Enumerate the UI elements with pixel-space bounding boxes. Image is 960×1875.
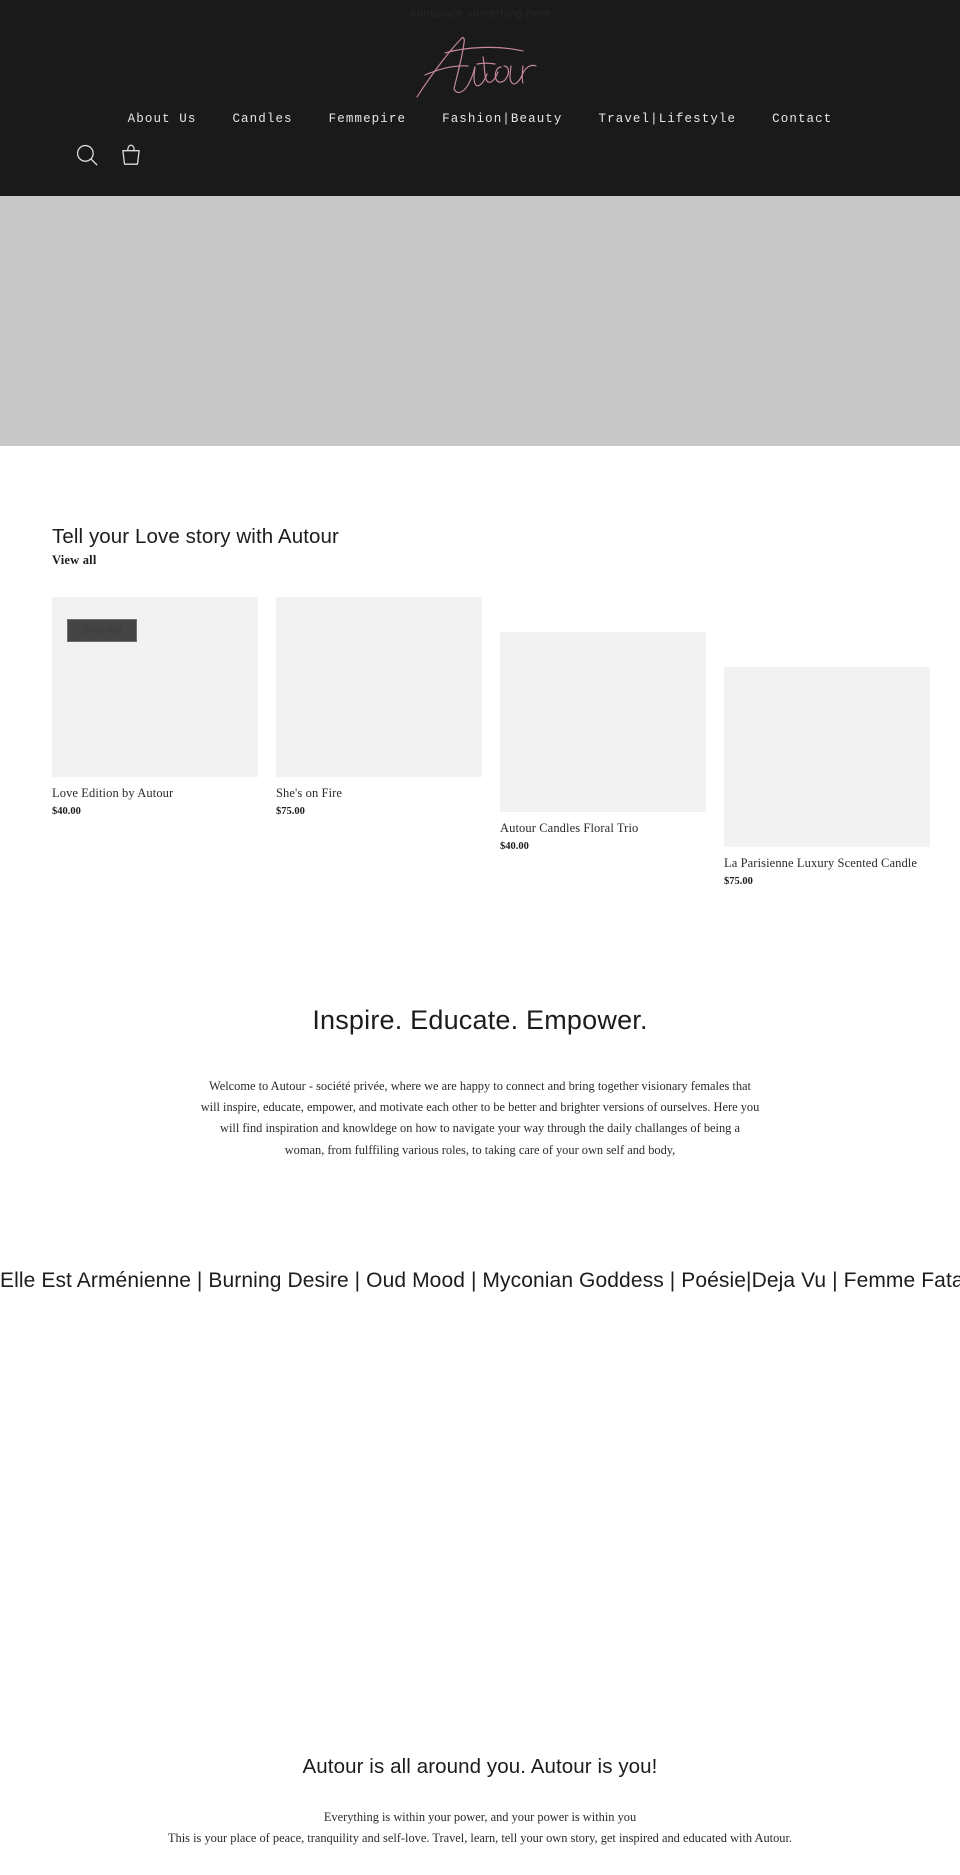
outro-title: Autour is all around you. Autour is you!: [302, 1754, 658, 1778]
page-root: Announce something here About Us Candles…: [0, 0, 960, 1849]
product-title: She's on Fire: [276, 785, 343, 800]
product-image-placeholder: [276, 596, 482, 777]
product-card[interactable]: Autour Candles Floral Trio $40.00: [500, 631, 706, 852]
product-image-placeholder: [724, 666, 930, 847]
nav-item-travel-lifestyle[interactable]: Travel|Lifestyle: [599, 112, 737, 126]
outro-body: Everything is within your power, and you…: [0, 1807, 960, 1849]
header-utility-icons: [74, 142, 144, 168]
product-title: La Parisienne Luxury Scented Candle: [724, 855, 918, 870]
site-logo[interactable]: [0, 28, 960, 104]
product-card[interactable]: Sold out Love Edition by Autour $40.00: [52, 596, 258, 817]
product-price: $40.00: [500, 840, 529, 852]
outro-line-2: This is your place of peace, tranquility…: [167, 1831, 793, 1846]
main-navigation: About Us Candles Femmepire Fashion|Beaut…: [0, 104, 960, 134]
search-icon[interactable]: [74, 142, 100, 168]
site-header: Announce something here About Us Candles…: [0, 0, 960, 196]
status-badge: Sold out: [67, 618, 137, 642]
empty-content-band: [0, 1306, 960, 1727]
collection-header: Tell your Love story with Autour View al…: [0, 524, 960, 569]
product-image-placeholder: [500, 631, 706, 812]
nav-item-candles[interactable]: Candles: [232, 112, 292, 126]
mission-body-text: Welcome to Autour - société privée, wher…: [200, 1078, 760, 1157]
product-title: Autour Candles Floral Trio: [500, 820, 639, 835]
cart-icon[interactable]: [118, 142, 144, 168]
nav-item-femmepire[interactable]: Femmepire: [329, 112, 406, 126]
hero-banner-placeholder: [0, 196, 960, 446]
mission-title: Inspire. Educate. Empower.: [312, 1004, 648, 1035]
mission-section: Inspire. Educate. Empower. Welcome to Au…: [0, 887, 960, 1161]
scrolling-marquee: Elle Est Arménienne | Burning Desire | O…: [0, 1255, 960, 1307]
announcement-bar: Announce something here: [0, 0, 960, 28]
nav-item-fashion-beauty[interactable]: Fashion|Beauty: [442, 112, 562, 126]
product-price: $40.00: [52, 805, 81, 817]
product-price: $75.00: [724, 875, 753, 887]
collection-title: Tell your Love story with Autour: [52, 525, 339, 548]
view-all-link[interactable]: View all: [52, 553, 97, 568]
announcement-text: Announce something here: [408, 8, 552, 20]
autour-script-logo-icon: [416, 37, 537, 98]
marquee-text: Elle Est Arménienne | Burning Desire | O…: [0, 1268, 960, 1292]
nav-item-contact[interactable]: Contact: [772, 112, 832, 126]
product-image-placeholder: Sold out: [52, 596, 258, 777]
featured-collection-section: Tell your Love story with Autour View al…: [0, 446, 960, 887]
product-card[interactable]: La Parisienne Luxury Scented Candle $75.…: [724, 666, 930, 887]
outro-section: Autour is all around you. Autour is you!…: [0, 1727, 960, 1849]
product-grid: Sold out Love Edition by Autour $40.00 S…: [0, 569, 960, 887]
product-card[interactable]: She's on Fire $75.00: [276, 596, 482, 817]
marquee-track: Elle Est Arménienne | Burning Desire | O…: [0, 1269, 960, 1293]
product-title: Love Edition by Autour: [52, 785, 174, 800]
outro-line-1: Everything is within your power, and you…: [323, 1809, 637, 1824]
nav-item-about-us[interactable]: About Us: [128, 112, 197, 126]
product-price: $75.00: [276, 805, 305, 817]
